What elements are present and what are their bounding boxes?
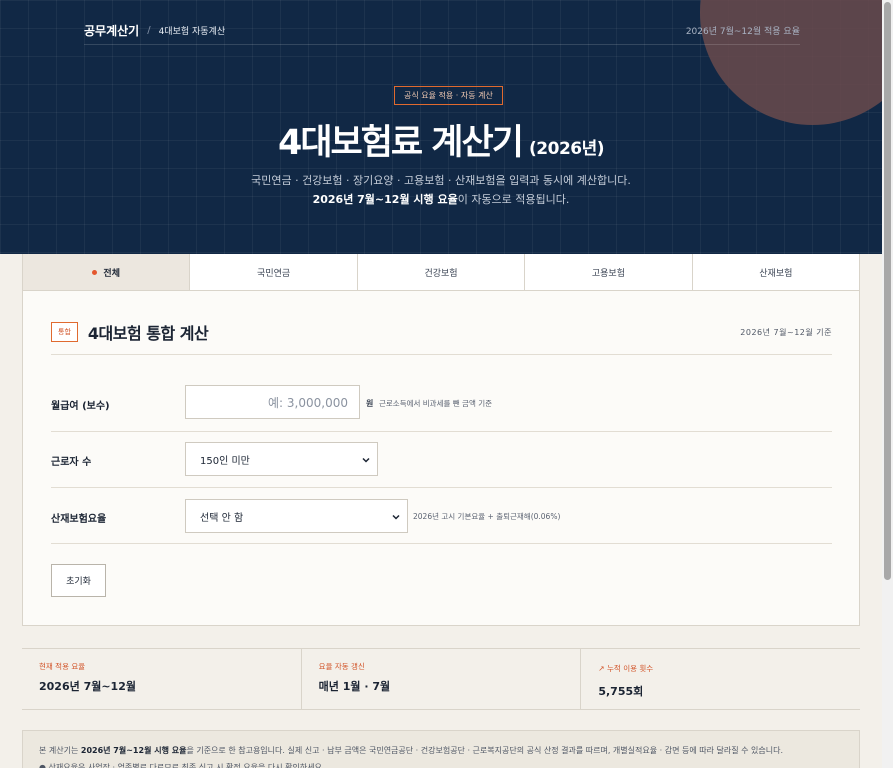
tab-label: 전체 bbox=[103, 268, 120, 279]
divider bbox=[51, 543, 832, 544]
subtitle-rest: 이 자동으로 적용됩니다. bbox=[457, 193, 570, 206]
stat-label: 현재 적용 요율 bbox=[39, 662, 86, 671]
page-title-text: 4대보험료 계산기 bbox=[277, 123, 524, 163]
feature-pill: 공식 요율 적용 · 자동 계산 bbox=[394, 86, 503, 105]
stat-usage-count: ↗ 누적 이용 횟수 5,755회 bbox=[580, 649, 860, 709]
scrollbar-thumb[interactable] bbox=[884, 2, 891, 580]
notice-text: 본 계산기는 bbox=[39, 746, 81, 755]
tab-accident-insurance[interactable]: 산재보험 bbox=[691, 254, 859, 290]
page-scrollbar[interactable] bbox=[882, 0, 893, 768]
notice-line-2: ● 산재요율은 사업장 · 업종별로 다르므로 최종 신고 시 확정 요율을 다… bbox=[39, 763, 325, 768]
accident-select-value: 선택 안 함 bbox=[200, 512, 244, 524]
chevron-down-icon bbox=[362, 457, 370, 463]
stat-auto-update: 요율 자동 갱신 매년 1월 · 7월 bbox=[300, 649, 581, 709]
tab-national-pension[interactable]: 국민연금 bbox=[189, 254, 356, 290]
page-title-year: (2026년) bbox=[529, 139, 605, 159]
stat-value: 2026년 7월~12월 bbox=[39, 680, 136, 693]
salary-unit: 원 bbox=[366, 399, 374, 408]
workers-select[interactable]: 150인 미만 bbox=[185, 442, 378, 476]
page-title: 4대보험료 계산기 (2026년) bbox=[0, 114, 882, 165]
stats-bar: 현재 적용 요율 2026년 7월~12월 요율 자동 갱신 매년 1월 · 7… bbox=[22, 648, 860, 710]
stat-value: 5,755회 bbox=[598, 685, 644, 698]
notice-text: 을 기준으로 한 참고용입니다. 실제 신고 · 납부 금액은 국민연금공단 ·… bbox=[186, 746, 784, 755]
tab-label: 산재보험 bbox=[759, 268, 793, 279]
stat-label: ↗ 누적 이용 횟수 bbox=[598, 664, 654, 673]
hero-header: 공무계산기 / 4대보험 자동계산 2026년 7월~12월 적용 요율 공식 … bbox=[0, 0, 882, 254]
disclaimer-notice: 본 계산기는 2026년 7월~12월 시행 요율을 기준으로 한 참고용입니다… bbox=[22, 730, 860, 768]
notice-highlight: 2026년 7월~12월 시행 요율 bbox=[80, 746, 187, 755]
tab-employment-insurance[interactable]: 고용보험 bbox=[524, 254, 691, 290]
panel-date: 2026년 7월~12월 기준 bbox=[740, 327, 832, 337]
divider bbox=[51, 354, 832, 355]
divider bbox=[51, 431, 832, 432]
stat-current-rate: 현재 적용 요율 2026년 7월~12월 bbox=[22, 649, 301, 709]
tab-health-insurance[interactable]: 건강보험 bbox=[356, 254, 524, 290]
panel-badge: 통합 bbox=[51, 322, 78, 342]
panel-header: 통합 4대보험 통합 계산 2026년 7월~12월 기준 bbox=[51, 320, 832, 344]
notice-line-1: 본 계산기는 2026년 7월~12월 시행 요율을 기준으로 한 참고용입니다… bbox=[39, 742, 843, 759]
accident-rate-select[interactable]: 선택 안 함 bbox=[185, 499, 408, 533]
calculator-panel: 통합 4대보험 통합 계산 2026년 7월~12월 기준 월급여 (보수) 예… bbox=[22, 290, 860, 626]
page-subtitle: 국민연금 · 건강보험 · 장기요양 · 고용보험 · 산재보험을 입력과 동시… bbox=[251, 174, 631, 187]
tab-label: 건강보험 bbox=[424, 268, 458, 279]
subtitle-highlight: 2026년 7월~12월 시행 요율 bbox=[312, 193, 458, 206]
brand-link[interactable]: 공무계산기 bbox=[84, 22, 139, 39]
chevron-down-icon bbox=[392, 514, 400, 520]
top-divider bbox=[84, 44, 800, 45]
tab-all[interactable]: 전체 bbox=[23, 254, 190, 290]
reset-button[interactable]: 초기화 bbox=[51, 564, 106, 597]
accident-hint: 2026년 고시 기본요율 + 출퇴근재해(0.06%) bbox=[413, 512, 561, 521]
insurance-tabs: 전체 국민연금 건강보험 고용보험 산재보험 bbox=[22, 254, 860, 291]
workers-select-value: 150인 미만 bbox=[200, 455, 250, 467]
workers-label: 근로자 수 bbox=[51, 457, 92, 468]
salary-hint: 근로소득에서 비과세를 뺀 금액 기준 bbox=[379, 399, 493, 408]
active-dot-icon bbox=[92, 269, 98, 275]
salary-input[interactable]: 예: 3,000,000 bbox=[185, 385, 360, 419]
stat-label: 요율 자동 갱신 bbox=[318, 662, 365, 671]
panel-title: 4대보험 통합 계산 bbox=[87, 324, 209, 343]
accident-rate-label: 산재보험요율 bbox=[51, 514, 107, 525]
breadcrumb-separator: / bbox=[147, 24, 151, 36]
top-bar: 공무계산기 / 4대보험 자동계산 2026년 7월~12월 적용 요율 bbox=[84, 16, 800, 44]
rate-period-label: 2026년 7월~12월 적용 요율 bbox=[685, 26, 800, 37]
stat-value: 매년 1월 · 7월 bbox=[318, 680, 391, 693]
page-subtitle-2: 2026년 7월~12월 시행 요율이 자동으로 적용됩니다. bbox=[0, 191, 882, 207]
tab-label: 고용보험 bbox=[591, 268, 625, 279]
tab-label: 국민연금 bbox=[257, 268, 291, 279]
salary-label: 월급여 (보수) bbox=[51, 401, 110, 412]
breadcrumb-current: 4대보험 자동계산 bbox=[158, 26, 226, 37]
divider bbox=[51, 487, 832, 488]
